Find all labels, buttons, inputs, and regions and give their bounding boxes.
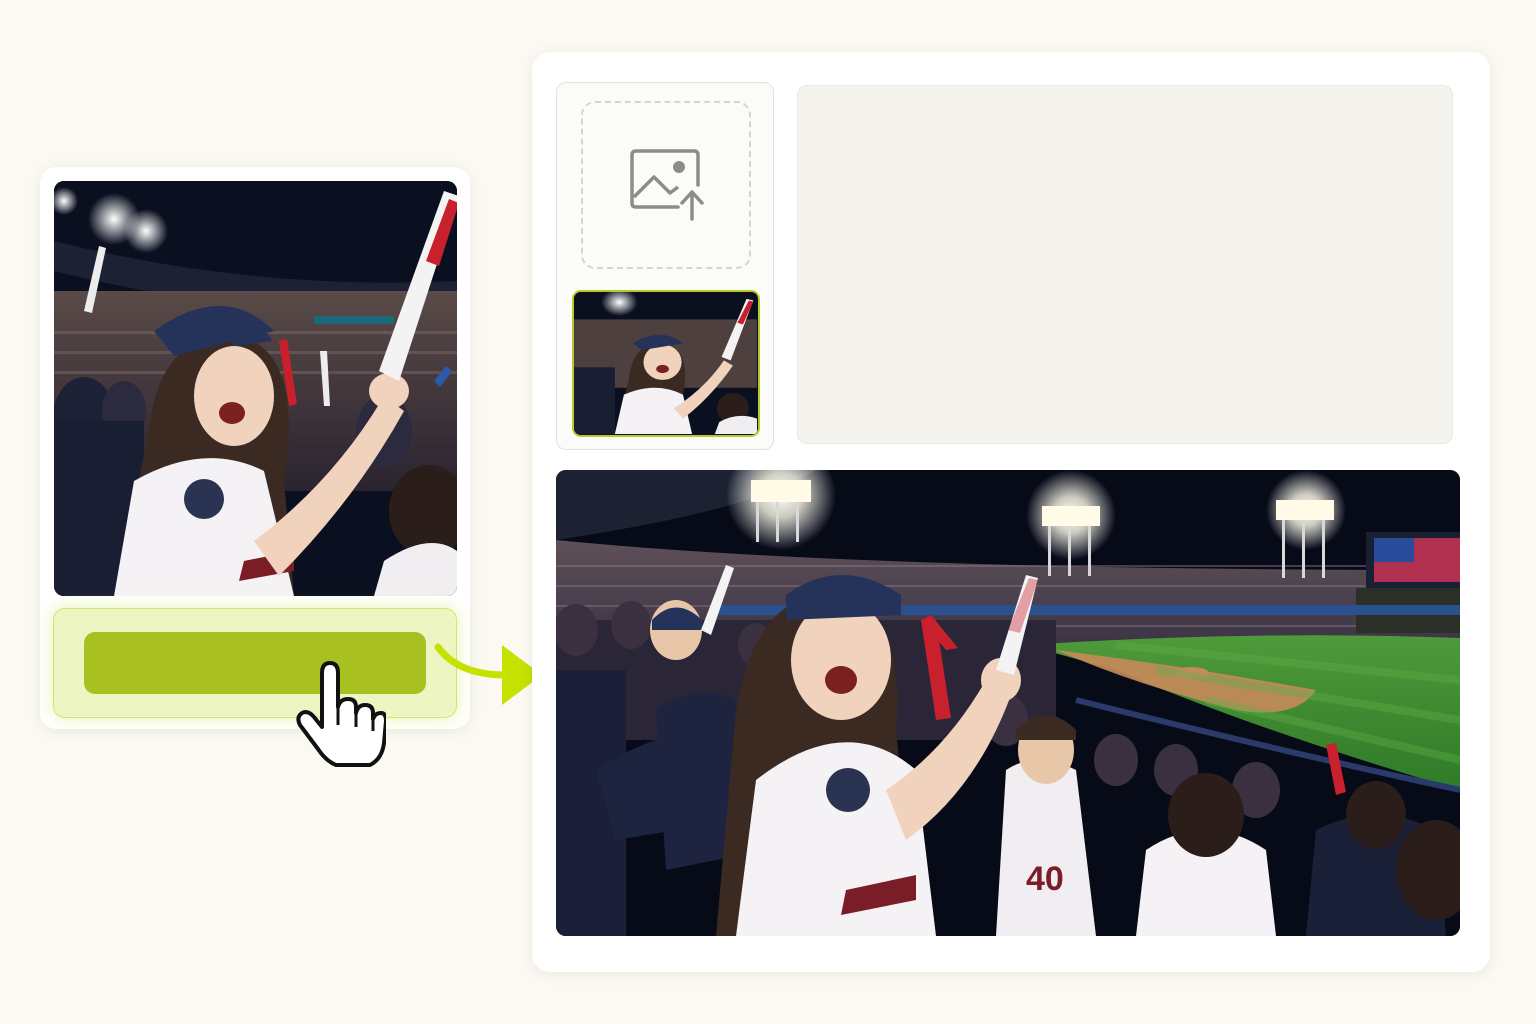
generator-panel: 40 [532,52,1490,972]
svg-text:40: 40 [1026,860,1064,898]
curved-arrow-icon [434,643,542,705]
generate-button-highlight [53,608,457,718]
hand-pointer-icon [296,661,386,767]
reference-upload-panel [556,82,774,450]
prompt-text-area[interactable] [797,85,1453,444]
upload-dropzone[interactable] [581,101,751,269]
source-card [40,167,470,729]
reference-thumbnail[interactable] [572,290,760,437]
image-upload-icon [630,149,704,221]
source-photo [54,181,457,596]
result-image: 40 [556,470,1460,936]
